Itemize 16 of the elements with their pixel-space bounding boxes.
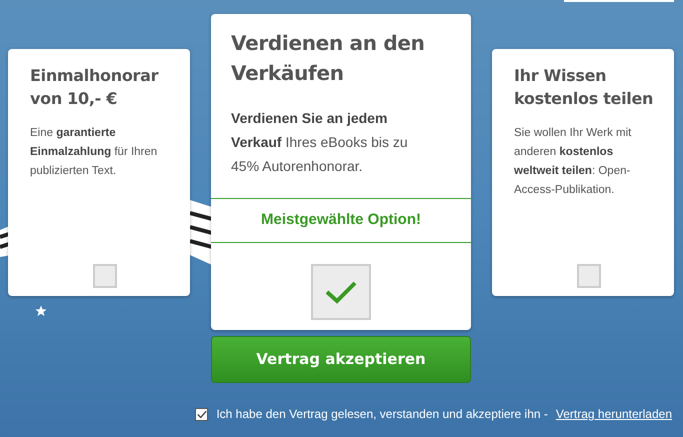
agreement-text: Ich habe den Vertrag gelesen, verstanden und akzeptiere ihn - <box>216 406 548 423</box>
option-description: Eine garantierte Einmalzahlung für Ihren publizierten Text. <box>30 126 158 179</box>
option-title: Verdienen an den Verkäufen <box>230 30 426 87</box>
recommended-label: Meistgewählte Option! <box>211 198 471 242</box>
option-checkbox[interactable] <box>577 264 601 288</box>
check-icon <box>324 280 358 304</box>
agreement-checkbox[interactable] <box>195 408 208 420</box>
option-description: Sie wollen Ihr Werk mit anderen kostenlos weltweit teilen: Open-Access-Publikation. <box>514 126 632 198</box>
accept-contract-button[interactable]: Vertrag akzeptieren <box>211 336 471 383</box>
option-checkbox[interactable] <box>93 264 117 288</box>
download-contract-link[interactable]: Vertrag herunterladen <box>556 405 672 423</box>
option-checkbox[interactable] <box>311 264 371 320</box>
option-title: Einmalhonorar von 10,- € <box>30 65 160 110</box>
option-description: Verdienen Sie an jedem Verkauf Ihres eBooks bis zu 45% Autorenhonorar. <box>230 109 409 176</box>
star-icon <box>35 305 47 317</box>
option-title: Ihr Wissen kostenlos teilen <box>514 65 654 110</box>
